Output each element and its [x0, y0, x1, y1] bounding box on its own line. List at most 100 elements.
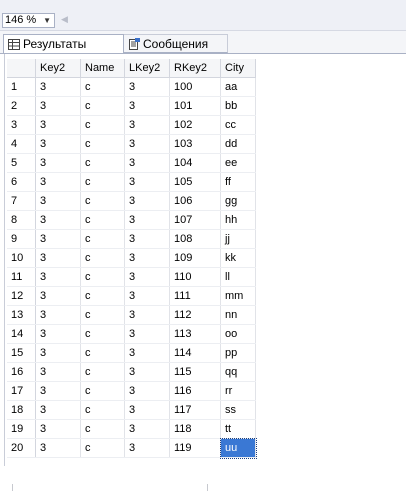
cell-city[interactable]: tt [220, 419, 256, 439]
cell-lkey2[interactable]: 3 [124, 381, 170, 401]
row-number-cell[interactable]: 15 [7, 343, 36, 363]
cell-key2[interactable]: 3 [35, 229, 81, 249]
table-row[interactable]: 19 3 c 3 118 tt [7, 419, 256, 439]
cell-lkey2[interactable]: 3 [124, 286, 170, 306]
table-row[interactable]: 17 3 c 3 116 rr [7, 381, 256, 401]
table-row[interactable]: 12 3 c 3 111 mm [7, 286, 256, 306]
row-number-cell[interactable]: 13 [7, 305, 36, 325]
cell-lkey2[interactable]: 3 [124, 438, 170, 458]
cell-name[interactable]: c [80, 134, 125, 154]
cell-name[interactable]: c [80, 191, 125, 211]
cell-rkey2[interactable]: 109 [169, 248, 221, 268]
row-number-cell[interactable]: 5 [7, 153, 36, 173]
cell-city[interactable]: pp [220, 343, 256, 363]
cell-rkey2[interactable]: 115 [169, 362, 221, 382]
cell-name[interactable]: c [80, 381, 125, 401]
cell-lkey2[interactable]: 3 [124, 210, 170, 230]
cell-name[interactable]: c [80, 400, 125, 420]
cell-name[interactable]: c [80, 172, 125, 192]
cell-lkey2[interactable]: 3 [124, 324, 170, 344]
cell-rkey2[interactable]: 112 [169, 305, 221, 325]
cell-lkey2[interactable]: 3 [124, 153, 170, 173]
cell-rkey2[interactable]: 108 [169, 229, 221, 249]
cell-lkey2[interactable]: 3 [124, 77, 170, 97]
table-row[interactable]: 2 3 c 3 101 bb [7, 96, 256, 116]
cell-lkey2[interactable]: 3 [124, 267, 170, 287]
cell-city[interactable]: jj [220, 229, 256, 249]
cell-city[interactable]: mm [220, 286, 256, 306]
cell-lkey2[interactable]: 3 [124, 229, 170, 249]
cell-name[interactable]: c [80, 115, 125, 135]
table-row[interactable]: 4 3 c 3 103 dd [7, 134, 256, 154]
cell-city[interactable]: cc [220, 115, 256, 135]
cell-key2[interactable]: 3 [35, 191, 81, 211]
cell-name[interactable]: c [80, 153, 125, 173]
cell-lkey2[interactable]: 3 [124, 400, 170, 420]
cell-rkey2[interactable]: 111 [169, 286, 221, 306]
column-header-city[interactable]: City [220, 59, 256, 78]
row-number-cell[interactable]: 16 [7, 362, 36, 382]
cell-city[interactable]: dd [220, 134, 256, 154]
cell-name[interactable]: c [80, 419, 125, 439]
row-number-cell[interactable]: 3 [7, 115, 36, 135]
cell-lkey2[interactable]: 3 [124, 134, 170, 154]
cell-key2[interactable]: 3 [35, 438, 81, 458]
cell-key2[interactable]: 3 [35, 153, 81, 173]
cell-rkey2[interactable]: 105 [169, 172, 221, 192]
cell-lkey2[interactable]: 3 [124, 305, 170, 325]
cell-rkey2[interactable]: 107 [169, 210, 221, 230]
cell-key2[interactable]: 3 [35, 77, 81, 97]
row-number-cell[interactable]: 20 [7, 438, 36, 458]
cell-name[interactable]: c [80, 324, 125, 344]
cell-city[interactable]: oo [220, 324, 256, 344]
cell-city[interactable]: gg [220, 191, 256, 211]
cell-rkey2[interactable]: 101 [169, 96, 221, 116]
cell-name[interactable]: c [80, 210, 125, 230]
cell-name[interactable]: c [80, 248, 125, 268]
cell-rkey2[interactable]: 104 [169, 153, 221, 173]
cell-lkey2[interactable]: 3 [124, 115, 170, 135]
table-row[interactable]: 7 3 c 3 106 gg [7, 191, 256, 211]
column-header-name[interactable]: Name [80, 59, 125, 78]
arrow-left-icon[interactable]: ◀ [61, 14, 68, 25]
column-header-lkey2[interactable]: LKey2 [124, 59, 170, 78]
cell-lkey2[interactable]: 3 [124, 96, 170, 116]
cell-name[interactable]: c [80, 77, 125, 97]
table-row[interactable]: 14 3 c 3 113 oo [7, 324, 256, 344]
cell-rkey2[interactable]: 102 [169, 115, 221, 135]
table-row[interactable]: 20 3 c 3 119 uu [7, 437, 257, 459]
cell-city[interactable]: qq [220, 362, 256, 382]
cell-name[interactable]: c [80, 96, 125, 116]
table-row[interactable]: 18 3 c 3 117 ss [7, 400, 256, 420]
row-number-cell[interactable]: 7 [7, 191, 36, 211]
table-row[interactable]: 10 3 c 3 109 kk [7, 248, 256, 268]
cell-key2[interactable]: 3 [35, 343, 81, 363]
cell-lkey2[interactable]: 3 [124, 172, 170, 192]
cell-key2[interactable]: 3 [35, 286, 81, 306]
cell-name[interactable]: c [80, 343, 125, 363]
row-number-cell[interactable]: 4 [7, 134, 36, 154]
cell-key2[interactable]: 3 [35, 362, 81, 382]
cell-lkey2[interactable]: 3 [124, 248, 170, 268]
table-row[interactable]: 16 3 c 3 115 qq [7, 362, 256, 382]
cell-key2[interactable]: 3 [35, 248, 81, 268]
cell-rkey2[interactable]: 110 [169, 267, 221, 287]
cell-lkey2[interactable]: 3 [124, 191, 170, 211]
cell-city[interactable]: aa [220, 77, 256, 97]
cell-lkey2[interactable]: 3 [124, 343, 170, 363]
cell-name[interactable]: c [80, 267, 125, 287]
cell-name[interactable]: c [80, 229, 125, 249]
cell-name[interactable]: c [80, 305, 125, 325]
cell-rkey2[interactable]: 100 [169, 77, 221, 97]
cell-city[interactable]: uu [219, 437, 257, 459]
tab-messages[interactable]: Сообщения [124, 34, 228, 53]
column-header-key2[interactable]: Key2 [35, 59, 81, 78]
cell-lkey2[interactable]: 3 [124, 362, 170, 382]
row-number-cell[interactable]: 10 [7, 248, 36, 268]
cell-city[interactable]: nn [220, 305, 256, 325]
cell-rkey2[interactable]: 113 [169, 324, 221, 344]
cell-rkey2[interactable]: 119 [169, 438, 221, 458]
row-number-cell[interactable]: 17 [7, 381, 36, 401]
row-number-cell[interactable]: 12 [7, 286, 36, 306]
cell-city[interactable]: ss [220, 400, 256, 420]
